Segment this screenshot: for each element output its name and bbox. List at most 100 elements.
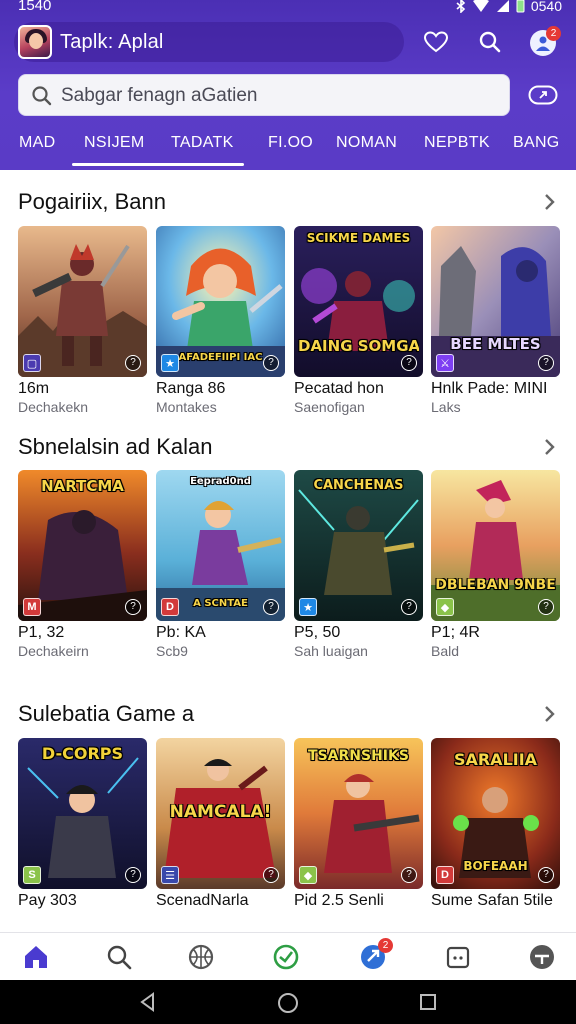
game-banner-top-text: Eeprad0nd (190, 476, 251, 487)
game-title: Sume Safan 5tile (431, 892, 553, 909)
home-button-icon[interactable] (277, 992, 299, 1014)
game-title: P1; 4R (431, 624, 480, 641)
game-developer: Dechakekn (18, 399, 89, 415)
chevron-right-icon[interactable] (542, 704, 558, 724)
header: 1540 0540 Taplk: Aplal 2 Sabgar fenagn a… (0, 0, 576, 170)
system-navigation-bar (0, 980, 576, 1024)
m-icon: M (23, 598, 41, 616)
tab-tadatk[interactable]: TADATK (171, 134, 234, 152)
tab-bang[interactable]: BANG (513, 134, 560, 152)
game-thumbnail: BEE MLTES ⚔ ? (431, 226, 560, 377)
info-icon[interactable]: ? (263, 867, 279, 883)
game-card[interactable]: TSARNSHIKS ◆ ? Pid 2.5 Senli (294, 738, 423, 909)
game-thumbnail: D-CORPS S ? (18, 738, 147, 889)
tab-mad[interactable]: MAD (19, 134, 55, 152)
info-icon[interactable]: ? (125, 355, 141, 371)
game-title: P1, 32 (18, 624, 65, 641)
notification-badge: 2 (546, 26, 561, 41)
game-developer: Bald (431, 643, 460, 659)
check-circle-icon[interactable] (270, 941, 302, 973)
tab-fioo[interactable]: FI.OO (268, 134, 313, 152)
chevron-right-icon[interactable] (542, 437, 558, 457)
game-banner-top-text: D-CORPS (41, 746, 124, 762)
grid-icon: ☰ (161, 866, 179, 884)
search-icon[interactable] (476, 28, 504, 56)
game-card[interactable]: SARALIIA BOFEAAH D ? Sume Safan 5tile (431, 738, 560, 909)
info-icon[interactable]: ? (263, 355, 279, 371)
game-thumbnail: NAMCALA! ☰ ? (156, 738, 285, 889)
heart-icon[interactable] (422, 28, 450, 56)
game-title: Pid 2.5 Senli (294, 892, 384, 909)
game-card[interactable]: AFADEFIIPI IAC ★ ? Ranga 86 Montakes (156, 226, 285, 415)
section-title: Sbnelalsin ad Kalan (18, 434, 213, 459)
game-title: P5, 50 (294, 624, 341, 641)
signal-icon (496, 0, 509, 12)
back-icon[interactable] (138, 992, 158, 1012)
home-icon[interactable] (20, 941, 52, 973)
game-card[interactable]: CANCHENAS ★ ? P5, 50 Sah luaigan (294, 470, 423, 659)
section-title: Sulebatia Game a (18, 701, 195, 726)
game-thumbnail: SARALIIA BOFEAAH D ? (431, 738, 560, 889)
info-icon[interactable]: ? (538, 599, 554, 615)
info-icon[interactable]: ? (263, 599, 279, 615)
gamepad-icon: ▢ (23, 354, 41, 372)
calendar-icon[interactable] (442, 941, 474, 973)
game-banner-text: BEE MLTES (450, 336, 541, 352)
info-icon[interactable]: ? (125, 599, 141, 615)
game-title: Pay 303 (18, 892, 77, 909)
game-card[interactable]: NAMCALA! ☰ ? ScenadNarla (156, 738, 285, 909)
game-banner-text: DBLEBAN 9NBE (435, 578, 556, 593)
game-card[interactable]: Eeprad0nd A SCNTAE D ? Pb: KA Scb9 (156, 470, 285, 659)
search-field-icon (32, 86, 52, 106)
info-icon[interactable]: ? (125, 867, 141, 883)
game-thumbnail: Eeprad0nd A SCNTAE D ? (156, 470, 285, 621)
running-icon: ★ (161, 354, 179, 372)
game-card[interactable]: DBLEBAN 9NBE ◆ ? P1; 4R Bald (431, 470, 560, 659)
search-input[interactable] (61, 83, 491, 109)
game-thumbnail: AFADEFIIPI IAC ★ ? (156, 226, 285, 377)
game-title: ScenadNarla (156, 892, 249, 909)
game-card[interactable]: ▢ ? 16m Dechakekn (18, 226, 147, 415)
info-icon[interactable]: ? (401, 599, 417, 615)
game-card[interactable]: NARTCMA M ? P1, 32 Dechakeirn (18, 470, 147, 659)
game-title: Pb: KA (156, 624, 206, 641)
basketball-icon[interactable] (185, 941, 217, 973)
game-card[interactable]: SCIKME DAMES DAING SOMGAIL ? Pecatad hon… (294, 226, 423, 415)
s-icon: S (23, 866, 41, 884)
game-developer: Dechakeirn (18, 643, 89, 659)
status-text: 0540 (530, 0, 562, 14)
nav-notification-badge: 2 (378, 938, 393, 953)
game-banner-text: NAMCALA! (169, 804, 272, 820)
game-title: 16m (18, 380, 50, 397)
filter-button[interactable] (520, 78, 566, 112)
profile-icon[interactable] (526, 941, 558, 973)
info-icon[interactable]: ? (538, 355, 554, 371)
game-developer: Montakes (156, 399, 217, 415)
search-icon[interactable] (103, 941, 135, 973)
info-icon[interactable]: ? (401, 867, 417, 883)
info-icon[interactable]: ? (538, 867, 554, 883)
tab-nsijem[interactable]: NSIJEM (84, 134, 144, 152)
game-title: Pecatad hon (294, 380, 384, 397)
sword-icon: ⚔ (436, 354, 454, 372)
active-tab-indicator (72, 163, 244, 166)
game-thumbnail: NARTCMA M ? (18, 470, 147, 621)
game-card[interactable]: BEE MLTES ⚔ ? Hnlk Pade: MINI Laks (431, 226, 560, 415)
d-icon: D (436, 866, 454, 884)
info-icon[interactable]: ? (401, 355, 417, 371)
d-icon: D (161, 598, 179, 616)
bluetooth-icon (456, 0, 466, 13)
chevron-right-icon[interactable] (542, 192, 558, 212)
tab-noman[interactable]: NOMAN (336, 134, 397, 152)
filter-icon (528, 85, 558, 105)
app-logo[interactable] (18, 25, 52, 59)
status-bar: 1540 0540 (0, 0, 576, 16)
wifi-icon (472, 0, 489, 12)
tab-nepbtk[interactable]: NEPBTK (424, 134, 490, 152)
section-title: Pogairiix, Bann (18, 189, 166, 214)
game-card[interactable]: D-CORPS S ? Pay 303 (18, 738, 147, 909)
game-banner-top-text: SCIKME DAMES (306, 232, 411, 245)
recents-icon[interactable] (418, 992, 438, 1012)
game-developer: Sah luaigan (294, 643, 368, 659)
app-title: Taplk: Aplal (60, 31, 164, 53)
